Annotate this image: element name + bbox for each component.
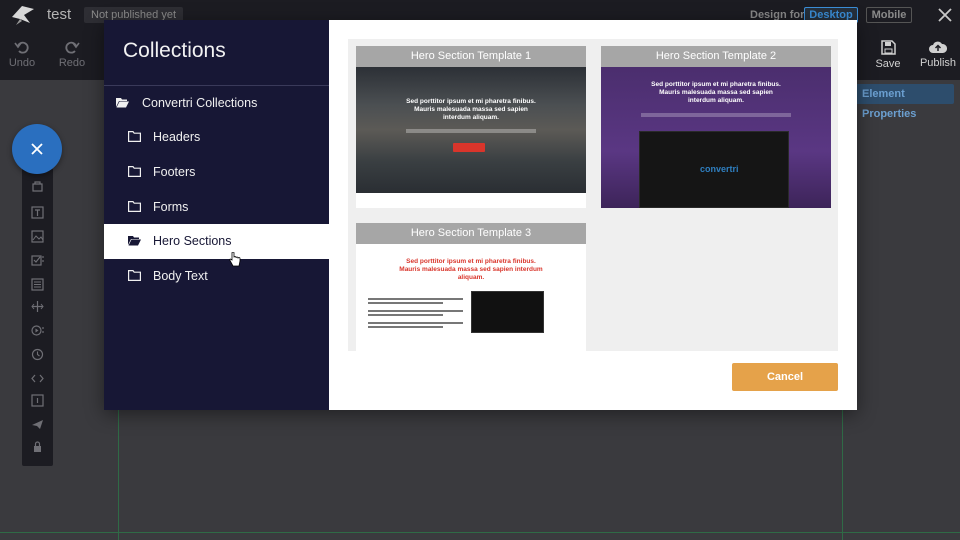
video-tool-icon[interactable] [31,324,44,337]
save-label: Save [875,58,901,70]
preview-heading: Sed porttitor ipsum et mi pharetra finib… [406,98,536,121]
folder-icon [128,201,141,212]
checkbox-tool-icon[interactable] [31,254,44,267]
sidebar-item-body-text[interactable]: Body Text [104,259,329,294]
divider-tool-icon[interactable] [31,300,44,313]
hand-cursor-icon [229,252,241,267]
save-icon [880,40,896,55]
undo-icon [14,41,29,54]
preview-subtext [641,113,791,117]
template-card-3[interactable]: Hero Section Template 3 Sed porttitor ip… [356,223,586,351]
folder-open-icon [116,98,129,108]
sidebar-item-label: Footers [153,165,196,179]
collections-sidebar: Collections Convertri Collections Header… [104,20,329,410]
sidebar-item-hero-sections[interactable]: Hero Sections [104,224,329,259]
preview-subtext [406,129,536,133]
redo-icon [65,41,80,54]
code-tool-icon[interactable] [31,372,44,385]
sidebar-item-label: Body Text [153,269,208,283]
lock-tool-icon[interactable] [31,440,44,453]
template-preview-2: Sed porttitor ipsum et mi pharetra finib… [601,67,831,208]
template-name: Hero Section Template 1 [356,46,586,67]
close-icon [31,143,43,155]
preview-bullet [368,322,463,324]
mobile-view-button[interactable]: Mobile [866,7,912,23]
sidebar-item-forms[interactable]: Forms [104,190,329,225]
template-card-2[interactable]: Hero Section Template 2 Sed porttitor ip… [601,46,831,208]
project-title[interactable]: test [47,6,71,23]
preview-video-logo: convertri [700,164,739,174]
template-name: Hero Section Template 3 [356,223,586,244]
preview-cta-button [453,143,485,152]
sidebar-item-footers[interactable]: Footers [104,155,329,190]
cancel-button[interactable]: Cancel [732,363,838,391]
close-add-element-button[interactable] [12,124,62,174]
popup-tool-icon[interactable] [31,394,44,407]
folder-open-icon [128,236,141,246]
text-tool-icon[interactable] [31,206,44,219]
element-properties-button[interactable]: Element Properties [848,84,954,120]
close-editor-icon[interactable] [934,4,956,26]
redo-button[interactable]: Redo [52,40,92,69]
undo-label: Undo [8,57,36,69]
save-button[interactable]: Save [868,40,908,70]
sidebar-item-convertri-collections[interactable]: Convertri Collections [104,86,329,121]
folder-icon [128,131,141,142]
folder-icon [128,166,141,177]
element-tool-rail [22,168,53,466]
preview-bullet [368,314,443,316]
undo-button[interactable]: Undo [2,40,42,69]
sidebar-item-headers[interactable]: Headers [104,120,329,155]
preview-heading: Sed porttitor ipsum et mi pharetra finib… [399,258,543,281]
collections-content: Hero Section Template 1 Sed porttitor ip… [329,20,857,410]
preview-video: convertri [639,131,789,208]
template-preview-3: Sed porttitor ipsum et mi pharetra finib… [356,244,586,351]
modal-title: Collections [123,39,226,62]
section-tool-icon[interactable] [31,180,44,193]
redo-label: Redo [58,57,86,69]
template-gallery[interactable]: Hero Section Template 1 Sed porttitor ip… [348,39,838,351]
canvas-guide-bottom [0,532,960,533]
template-name: Hero Section Template 2 [601,46,831,67]
form-tool-icon[interactable] [31,278,44,291]
publish-label: Publish [919,57,957,69]
sidebar-item-label: Hero Sections [153,234,232,248]
cloud-upload-icon [929,41,947,53]
preview-bullet [368,298,463,300]
convertri-logo-icon[interactable] [10,3,36,27]
preview-bullet [368,302,443,304]
template-preview-1: Sed porttitor ipsum et mi pharetra finib… [356,67,586,193]
image-tool-icon[interactable] [31,230,44,243]
collections-modal: Collections Convertri Collections Header… [104,20,857,410]
folder-icon [128,270,141,281]
preview-bullet [368,310,463,312]
template-card-1[interactable]: Hero Section Template 1 Sed porttitor ip… [356,46,586,208]
publish-button[interactable]: Publish [918,40,958,69]
sidebar-item-label: Forms [153,200,189,214]
send-tool-icon[interactable] [31,418,44,431]
preview-heading: Sed porttitor ipsum et mi pharetra finib… [651,81,781,104]
sidebar-item-label: Headers [153,130,201,144]
timer-tool-icon[interactable] [31,348,44,361]
preview-video [471,291,544,333]
sidebar-item-label: Convertri Collections [142,96,258,110]
preview-bullet [368,326,443,328]
